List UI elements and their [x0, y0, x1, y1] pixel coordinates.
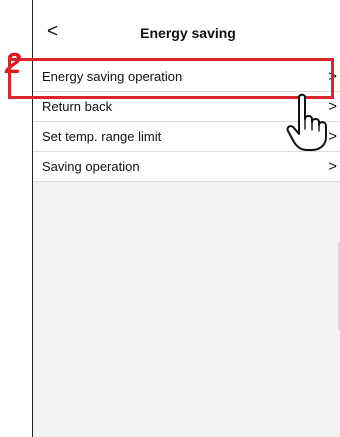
phone-screen: < Energy saving Energy saving operation …: [32, 0, 340, 437]
hand-pointer-icon: [286, 93, 327, 151]
page-title: Energy saving: [140, 25, 236, 41]
chevron-right-icon: >: [328, 98, 337, 115]
chevron-right-icon: >: [328, 68, 337, 85]
chevron-right-icon: >: [328, 128, 337, 145]
menu-item-label: Energy saving operation: [42, 69, 183, 84]
app-header: < Energy saving: [33, 0, 340, 63]
step-number: 2: [5, 48, 22, 80]
menu-item-energy-saving-operation[interactable]: Energy saving operation >: [33, 62, 340, 92]
menu-item-saving-operation[interactable]: Saving operation >: [33, 152, 340, 182]
menu-item-label: Set temp. range limit: [42, 129, 162, 144]
menu-item-label: Return back: [42, 99, 113, 114]
chevron-right-icon: >: [328, 158, 337, 175]
menu-item-label: Saving operation: [42, 159, 140, 174]
